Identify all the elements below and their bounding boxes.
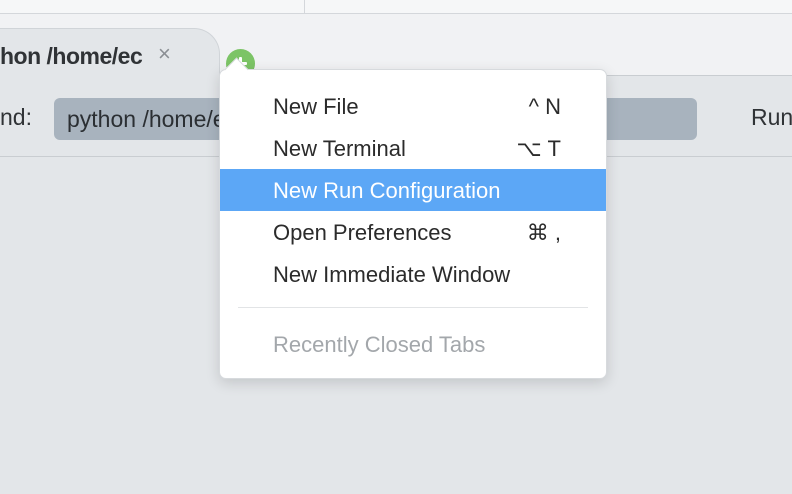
menu-item-label: Recently Closed Tabs <box>273 332 486 357</box>
tab-bar: hon /home/ec × <box>0 14 792 78</box>
new-tab-menu: New File ^ N New Terminal ⌥ T New Run Co… <box>219 57 607 379</box>
close-icon[interactable]: × <box>158 41 171 67</box>
menu-item-recently-closed-tabs: Recently Closed Tabs <box>220 323 606 365</box>
menu-item-label: New Run Configuration <box>273 178 501 203</box>
menu-divider <box>238 307 588 308</box>
menu-item-open-preferences[interactable]: Open Preferences ⌘ , <box>220 211 606 253</box>
editor-tab[interactable]: hon /home/ec × <box>0 28 220 77</box>
menu-item-shortcut: ⌘ , <box>526 220 561 245</box>
menu-item-new-file[interactable]: New File ^ N <box>220 85 606 127</box>
run-button[interactable]: Run <box>751 104 792 131</box>
menu-item-label: Open Preferences <box>273 220 452 245</box>
menu-item-new-terminal[interactable]: New Terminal ⌥ T <box>220 127 606 169</box>
command-label: nd: <box>0 104 32 130</box>
menu-item-shortcut: ⌥ T <box>516 136 561 161</box>
top-strip-divider <box>304 0 305 14</box>
menu-item-label: New Immediate Window <box>273 262 511 287</box>
tab-title: hon /home/ec <box>0 43 143 69</box>
menu-item-new-immediate-window[interactable]: New Immediate Window <box>220 253 606 295</box>
menu-item-shortcut: ^ N <box>528 94 561 119</box>
menu-item-label: New Terminal <box>273 136 406 161</box>
menu-item-new-run-configuration[interactable]: New Run Configuration <box>220 169 606 211</box>
top-strip <box>0 0 792 14</box>
menu-item-label: New File <box>273 94 359 119</box>
